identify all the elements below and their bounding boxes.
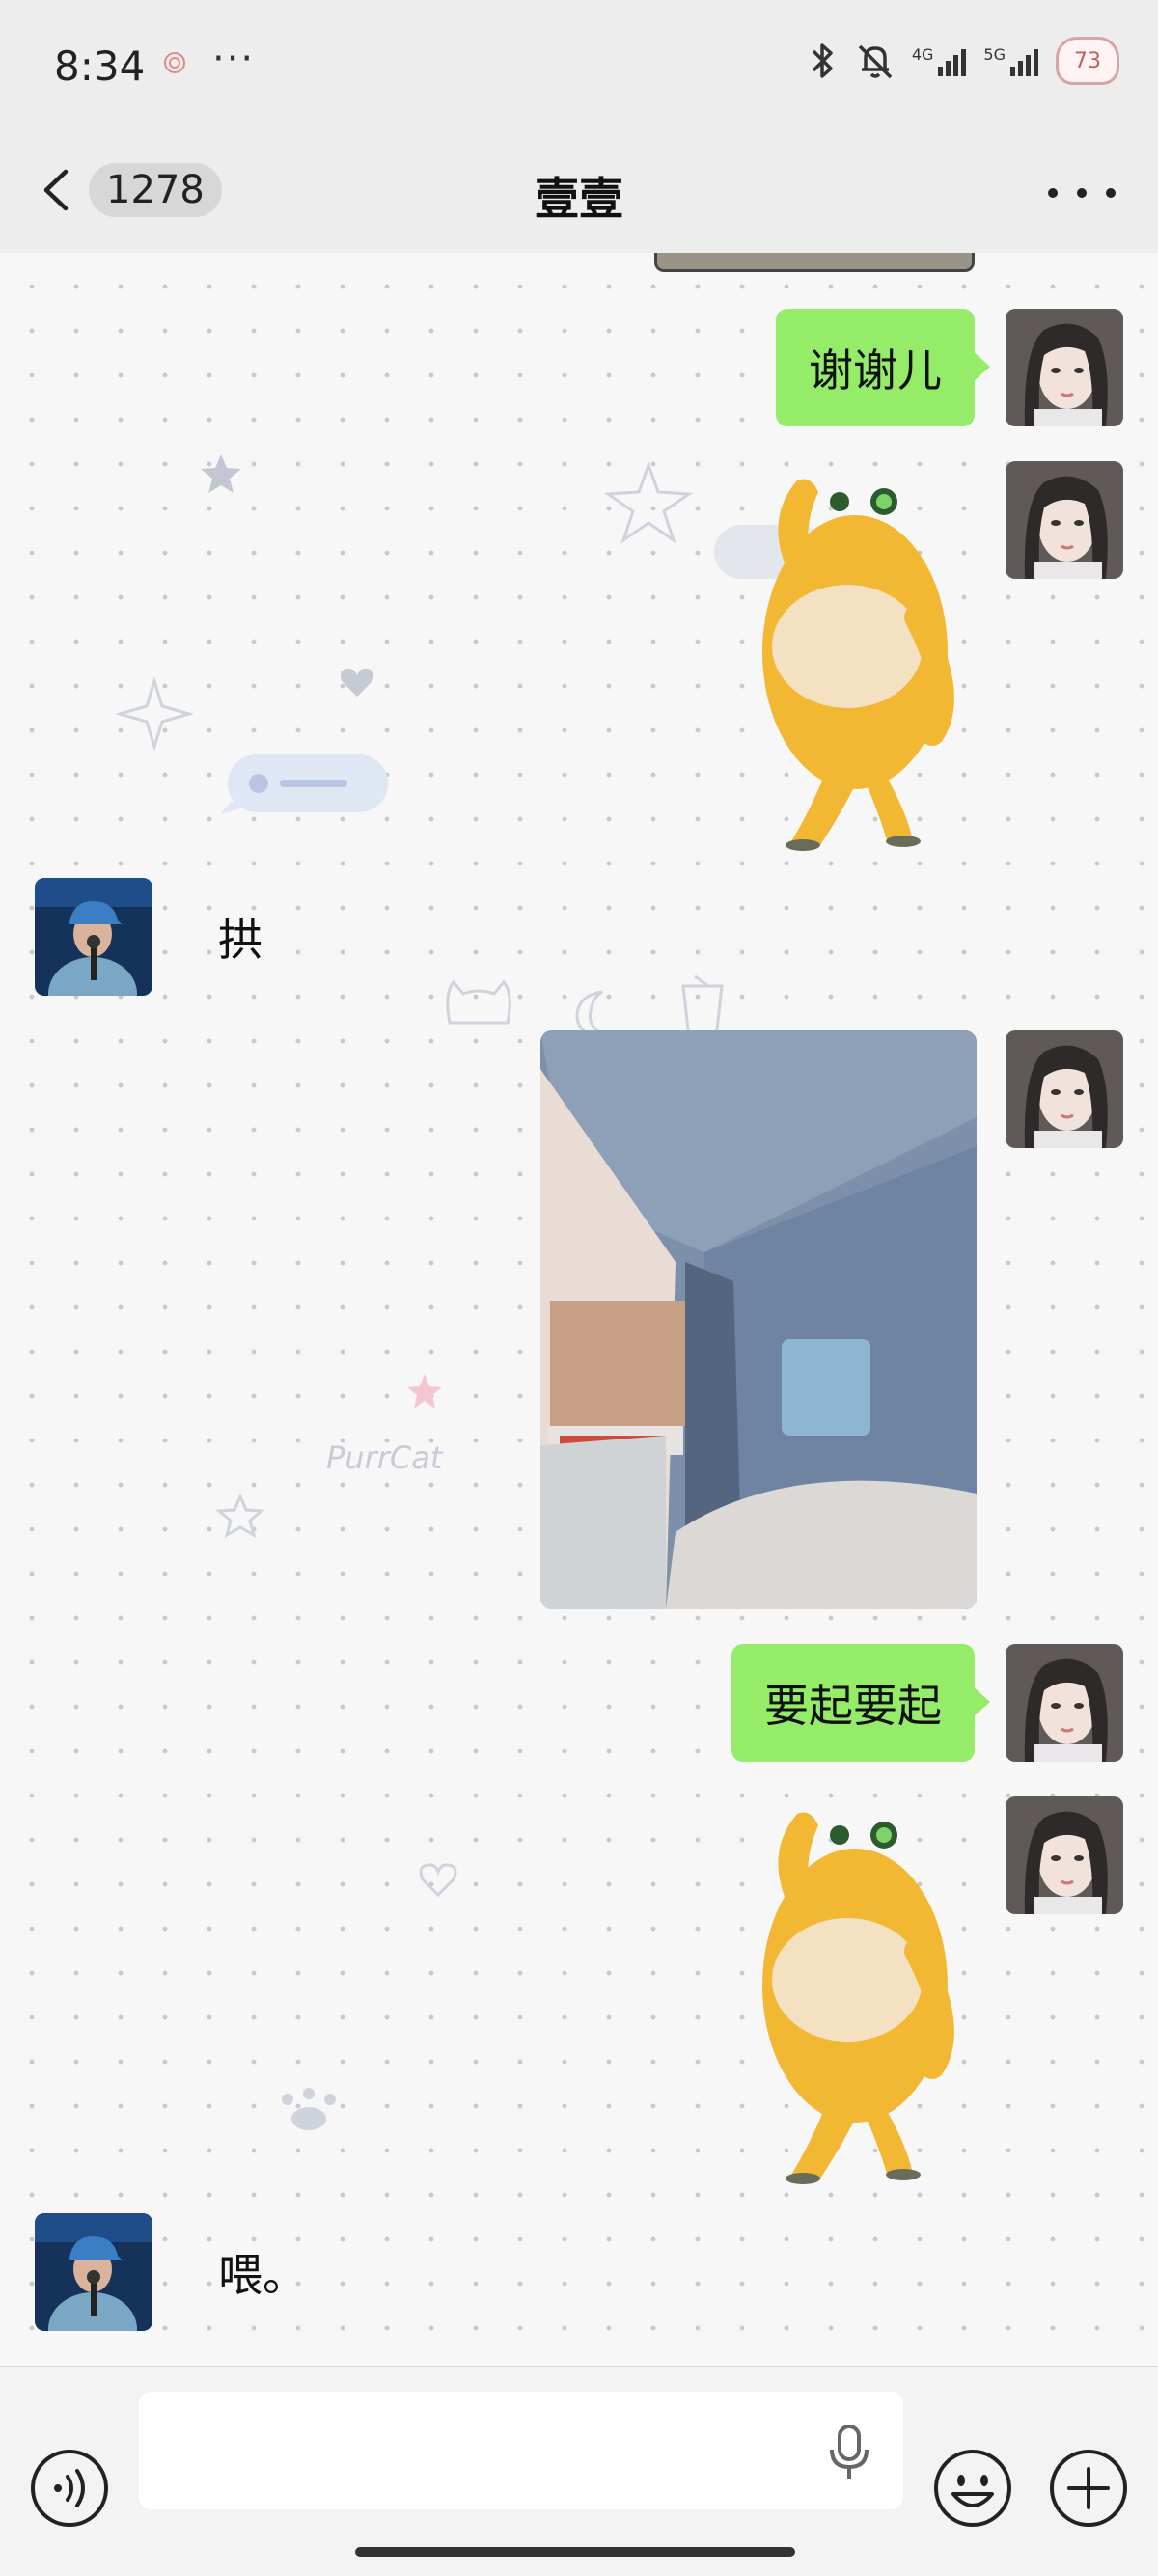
avatar-girl-icon xyxy=(1006,1796,1123,1914)
incoming-message-bubble[interactable]: 喂。 xyxy=(195,2213,330,2331)
my-avatar[interactable] xyxy=(1006,309,1123,426)
my-avatar[interactable] xyxy=(1006,1030,1123,1148)
battery-indicator: 73 xyxy=(1056,37,1119,85)
pink-star-decoration-icon xyxy=(407,1374,442,1409)
more-dot xyxy=(1048,188,1058,198)
star-outline-decoration-icon xyxy=(603,461,694,544)
paw-decoration-icon xyxy=(282,2088,336,2130)
heart-outline-decoration-icon xyxy=(419,1863,457,1898)
notification-swirl-icon xyxy=(162,50,187,80)
avatar-girl-icon xyxy=(1006,309,1123,426)
home-indicator[interactable] xyxy=(355,2547,795,2557)
plus-icon[interactable] xyxy=(1048,2448,1129,2529)
outgoing-message-bubble[interactable]: 谢谢儿 xyxy=(776,309,990,426)
message-input-bar xyxy=(0,2366,1158,2576)
emoji-icon[interactable] xyxy=(932,2448,1013,2529)
net-5g-label: 5G xyxy=(983,45,1006,64)
incoming-message-bubble[interactable]: 拱 xyxy=(195,878,286,996)
chat-bubble-decoration-icon xyxy=(220,754,388,814)
avatar-singer-icon xyxy=(35,2213,152,2331)
yellow-creature-sticker-icon[interactable] xyxy=(733,1796,984,2192)
chat-header: 1278 壹壹 xyxy=(0,135,1158,253)
image-message[interactable] xyxy=(540,1030,977,1609)
avatar-girl-icon xyxy=(1006,1644,1123,1762)
chevron-left-icon xyxy=(43,169,69,211)
previous-image-edge[interactable] xyxy=(654,253,975,272)
net-4g-label: 4G xyxy=(911,45,934,64)
status-time: 8:34 xyxy=(54,42,146,90)
signal-4g-icon: 4G xyxy=(912,45,967,76)
message-input[interactable] xyxy=(139,2392,903,2509)
star-decoration-icon xyxy=(201,454,241,493)
more-options-button[interactable] xyxy=(1048,174,1116,212)
signal-5g-icon: 5G xyxy=(983,45,1038,76)
my-avatar[interactable] xyxy=(1006,1796,1123,1914)
my-avatar[interactable] xyxy=(1006,1644,1123,1762)
avatar-girl-icon xyxy=(1006,1030,1123,1148)
back-button[interactable]: 1278 xyxy=(37,156,222,224)
bed-curtain-photo-icon xyxy=(540,1030,977,1609)
heart-decoration-icon xyxy=(340,668,374,697)
unread-count-badge: 1278 xyxy=(89,163,222,217)
voice-icon[interactable] xyxy=(29,2448,110,2529)
microphone-icon[interactable] xyxy=(826,2423,872,2480)
contact-avatar[interactable] xyxy=(35,2213,152,2331)
status-overflow: ··· xyxy=(212,37,256,81)
cat-decoration-icon xyxy=(446,979,511,1025)
outgoing-message-bubble[interactable]: 要起要起 xyxy=(731,1644,990,1762)
more-dot xyxy=(1077,188,1087,198)
avatar-singer-icon xyxy=(35,878,152,996)
bluetooth-icon xyxy=(812,43,833,78)
avatar-girl-icon xyxy=(1006,461,1123,579)
my-avatar[interactable] xyxy=(1006,461,1123,579)
chat-messages[interactable]: PurrCat 谢谢儿 拱 要起要起 喂。 xyxy=(0,253,1158,2366)
mute-bell-icon xyxy=(858,44,893,79)
yellow-creature-sticker-icon[interactable] xyxy=(733,463,984,859)
contact-avatar[interactable] xyxy=(35,878,152,996)
status-bar: 8:34 ··· 4G 5G 73 xyxy=(0,0,1158,135)
watermark-text: PurrCat xyxy=(326,1439,443,1476)
sparkle-decoration-icon xyxy=(116,677,193,751)
star-outline-decoration-icon xyxy=(216,1494,264,1538)
more-dot xyxy=(1106,188,1116,198)
